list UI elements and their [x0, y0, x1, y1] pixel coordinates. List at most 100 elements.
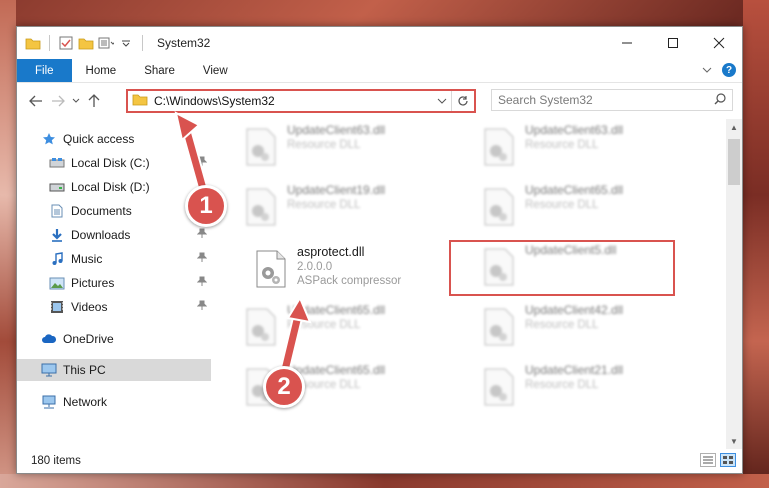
content-area: Quick access Local Disk (C:) Local Disk …: [17, 119, 742, 449]
pc-icon: [41, 362, 57, 378]
details-view-icon[interactable]: [700, 453, 716, 467]
pictures-icon: [49, 275, 65, 291]
toolbar-divider: [49, 35, 50, 51]
desktop-background-right: [743, 0, 769, 488]
music-icon: [49, 251, 65, 267]
file-item[interactable]: UpdateClient65.dll Resource DLL: [243, 303, 463, 353]
sidebar-item-documents[interactable]: Documents: [17, 200, 211, 222]
search-placeholder: Search System32: [498, 93, 593, 107]
tab-view[interactable]: View: [189, 59, 242, 82]
file-name: UpdateClient19.dll: [287, 183, 386, 197]
pin-icon[interactable]: [196, 276, 208, 289]
pin-icon[interactable]: [196, 252, 208, 265]
sidebar-item-label: This PC: [63, 363, 106, 377]
file-item[interactable]: UpdateClient65.dll Resource DLL: [481, 183, 701, 233]
address-path[interactable]: C:\Windows\System32: [128, 91, 452, 111]
sidebar-item-label: OneDrive: [63, 332, 114, 346]
new-folder-icon[interactable]: [78, 35, 94, 51]
large-icons-view-icon[interactable]: [720, 453, 736, 467]
drive-icon: [49, 179, 65, 195]
dll-file-icon: [243, 307, 279, 347]
drive-icon: [49, 155, 65, 171]
minimize-button[interactable]: [604, 27, 650, 59]
document-icon: [49, 203, 65, 219]
scrollbar-thumb[interactable]: [728, 139, 740, 185]
file-name: UpdateClient63.dll: [287, 123, 386, 137]
dll-file-icon: [243, 367, 279, 407]
sidebar-item-label: Local Disk (D:): [71, 180, 150, 194]
file-explorer-window: System32 File Home Share View ? C:\Windo…: [16, 26, 743, 474]
file-item-asprotect[interactable]: asprotect.dll 2.0.0.0 ASPack compressor: [253, 245, 473, 295]
file-item[interactable]: UpdateClient63.dll Resource DLL: [481, 123, 701, 173]
sidebar-item-local-disk-d[interactable]: Local Disk (D:): [17, 176, 211, 198]
up-button[interactable]: [83, 90, 105, 112]
sidebar-item-local-disk-c[interactable]: Local Disk (C:): [17, 152, 211, 174]
address-text: C:\Windows\System32: [154, 94, 275, 108]
chevron-down-icon[interactable]: [433, 98, 451, 104]
download-icon: [49, 227, 65, 243]
sidebar-item-network[interactable]: Network: [17, 391, 211, 413]
sidebar-item-pictures[interactable]: Pictures: [17, 272, 211, 294]
title-bar: System32: [17, 27, 742, 59]
expand-ribbon-icon[interactable]: [702, 63, 712, 77]
file-name: UpdateClient65.dll: [287, 363, 386, 377]
file-item[interactable]: UpdateClient63.dll Resource DLL: [243, 123, 463, 173]
file-type: Resource DLL: [525, 379, 599, 391]
sidebar-item-music[interactable]: Music: [17, 248, 211, 270]
file-item[interactable]: UpdateClient65.dll Resource DLL: [243, 363, 463, 413]
pin-icon[interactable]: [196, 300, 208, 313]
dll-file-icon: [481, 307, 517, 347]
back-button[interactable]: [25, 90, 47, 112]
sidebar-item-label: Local Disk (C:): [71, 156, 150, 170]
file-type: Resource DLL: [525, 199, 599, 211]
ribbon-right-controls: ?: [702, 63, 736, 77]
sidebar-item-label: Documents: [71, 204, 132, 218]
file-item[interactable]: UpdateClient5.dll: [481, 243, 701, 293]
chevron-down-icon[interactable]: [118, 35, 134, 51]
scroll-down-icon[interactable]: ▼: [726, 433, 742, 449]
pin-icon[interactable]: [196, 156, 208, 169]
dll-file-icon: [243, 127, 279, 167]
recent-locations-button[interactable]: [69, 90, 83, 112]
search-icon[interactable]: [714, 92, 726, 108]
file-type: Resource DLL: [525, 139, 599, 151]
sidebar-item-label: Music: [71, 252, 103, 266]
sidebar-item-quick-access[interactable]: Quick access: [17, 128, 211, 150]
desktop-background-bottom: [0, 474, 769, 488]
file-item[interactable]: UpdateClient42.dll Resource DLL: [481, 303, 701, 353]
search-input[interactable]: Search System32: [491, 89, 733, 111]
refresh-button[interactable]: [452, 91, 474, 111]
sidebar-item-this-pc[interactable]: This PC: [17, 359, 211, 381]
file-type: Resource DLL: [525, 319, 599, 331]
sidebar-item-label: Network: [63, 395, 108, 409]
file-name: asprotect.dll: [297, 245, 365, 259]
sidebar-item-label: Pictures: [71, 276, 115, 290]
pin-icon[interactable]: [196, 228, 208, 241]
vertical-scrollbar[interactable]: ▲ ▼: [726, 119, 742, 449]
sidebar-item-downloads[interactable]: Downloads: [17, 224, 211, 246]
file-name: UpdateClient5.dll: [525, 243, 617, 257]
address-bar[interactable]: C:\Windows\System32: [126, 89, 476, 113]
navigation-pane: Quick access Local Disk (C:) Local Disk …: [17, 119, 211, 449]
maximize-button[interactable]: [650, 27, 696, 59]
file-version: 2.0.0.0: [297, 261, 333, 273]
dll-file-icon: [481, 247, 517, 287]
tab-home[interactable]: Home: [72, 59, 131, 82]
file-type: Resource DLL: [287, 139, 361, 151]
tab-share[interactable]: Share: [130, 59, 189, 82]
sidebar-item-onedrive[interactable]: OneDrive: [17, 328, 211, 350]
properties-icon[interactable]: [58, 35, 74, 51]
tab-file[interactable]: File: [17, 59, 72, 82]
scroll-up-icon[interactable]: ▲: [726, 119, 742, 135]
pin-icon[interactable]: [196, 204, 208, 217]
help-icon[interactable]: ?: [722, 63, 736, 77]
file-item[interactable]: UpdateClient21.dll Resource DLL: [481, 363, 701, 413]
file-item[interactable]: UpdateClient19.dll Resource DLL: [243, 183, 463, 233]
forward-button[interactable]: [47, 90, 69, 112]
view-switcher: [700, 453, 736, 467]
sidebar-item-videos[interactable]: Videos: [17, 296, 211, 318]
customize-toolbar-icon[interactable]: [98, 35, 114, 51]
close-button[interactable]: [696, 27, 742, 59]
file-type: Resource DLL: [287, 199, 361, 211]
star-icon: [41, 131, 57, 147]
